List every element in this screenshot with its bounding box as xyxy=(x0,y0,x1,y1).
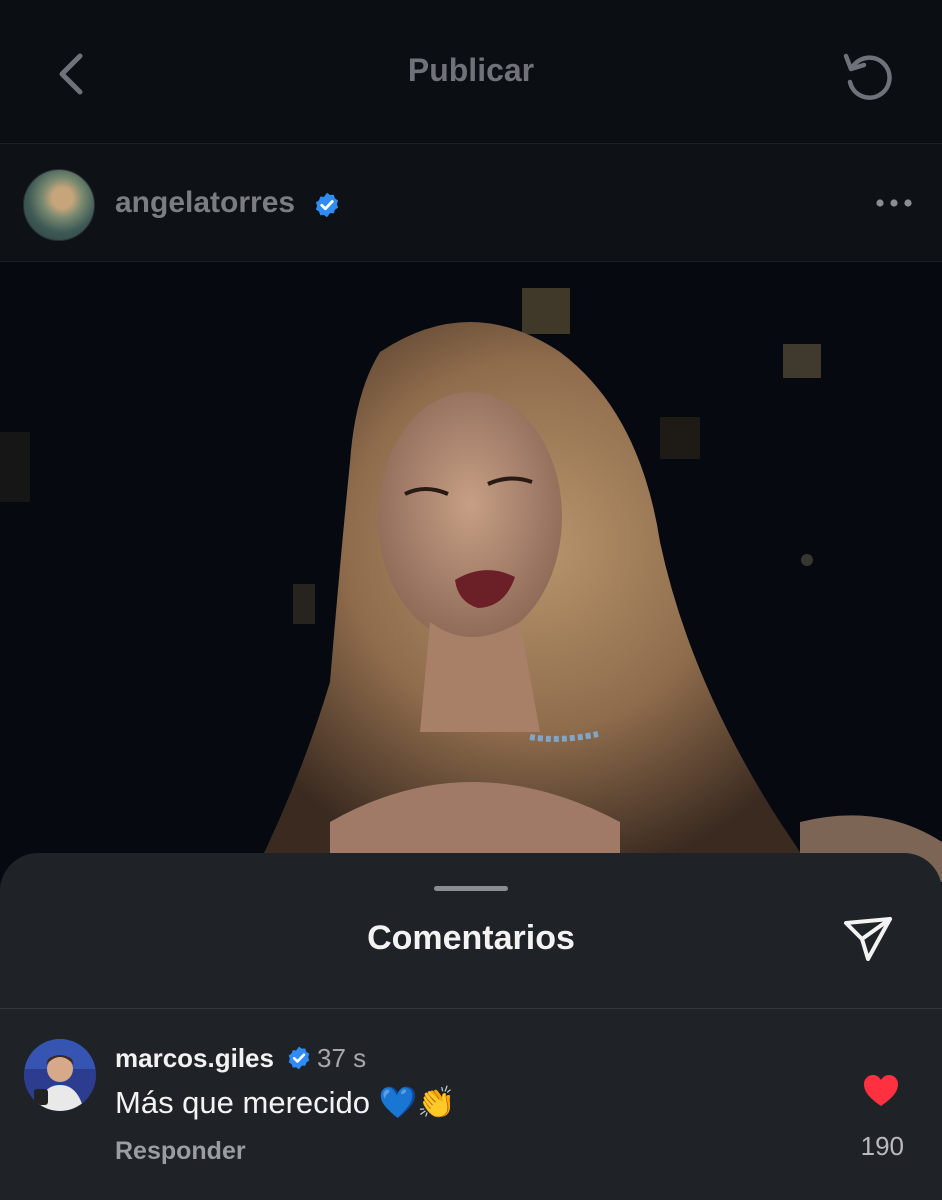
reply-button[interactable]: Responder xyxy=(115,1137,246,1166)
top-navigation-bar: Publicar xyxy=(0,0,942,144)
verified-badge-icon xyxy=(288,1046,310,1070)
sheet-drag-handle[interactable] xyxy=(434,886,508,891)
like-button[interactable] xyxy=(862,1073,900,1109)
more-options-button[interactable] xyxy=(874,196,914,210)
divider xyxy=(0,1008,942,1009)
comment-timestamp: 37 s xyxy=(317,1043,367,1073)
comments-sheet: Comentarios marcos.giles 37 s Más que me… xyxy=(0,853,942,1200)
author-username[interactable]: angelatorres xyxy=(115,186,295,220)
post-header: angelatorres xyxy=(0,144,942,262)
more-horizontal-icon xyxy=(876,199,912,207)
heart-icon xyxy=(864,1075,898,1106)
post-photo[interactable] xyxy=(0,262,942,882)
like-count: 190 xyxy=(860,1131,904,1161)
post-photo-illustration xyxy=(0,262,942,882)
commenter-avatar[interactable] xyxy=(24,1039,96,1111)
share-button[interactable] xyxy=(840,913,896,965)
verified-badge-icon xyxy=(315,192,339,218)
refresh-icon xyxy=(843,53,892,100)
comment-text: Más que merecido 💙👏 xyxy=(115,1085,456,1120)
comments-title: Comentarios xyxy=(367,919,575,957)
commenter-avatar-illustration xyxy=(24,1039,96,1111)
commenter-username[interactable]: marcos.giles xyxy=(115,1043,274,1074)
author-avatar[interactable] xyxy=(23,169,95,241)
page-title: Publicar xyxy=(407,52,535,88)
refresh-button[interactable] xyxy=(840,48,898,102)
send-icon xyxy=(844,917,892,961)
